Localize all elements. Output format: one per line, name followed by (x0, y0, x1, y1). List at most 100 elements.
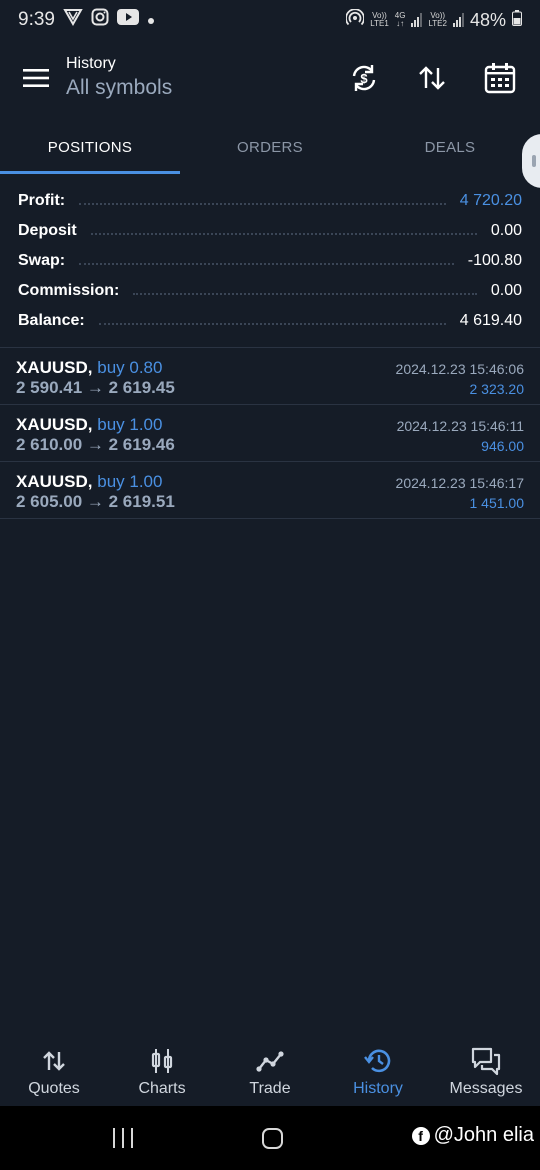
side-panel-handle[interactable] (522, 134, 540, 188)
svg-text:$: $ (360, 71, 368, 86)
sim2-indicator: Vo)) LTE2 (428, 12, 447, 28)
signal-icon (411, 13, 423, 27)
notification-dot-icon (147, 9, 155, 31)
watermark: f @John elia (411, 1124, 534, 1147)
currency-button[interactable]: $ (338, 52, 390, 104)
summary-label: Profit: (18, 192, 66, 209)
trade-direction: buy 1.00 (97, 415, 163, 434)
nav-history[interactable]: History (324, 1036, 432, 1106)
nav-trade[interactable]: Trade (216, 1036, 324, 1106)
price-range: 2 610.00 → 2 619.46 (16, 435, 175, 454)
status-time: 9:39 (18, 9, 55, 30)
bottom-navigation: Quotes Charts Trade History Messages (0, 1036, 540, 1106)
status-bar: 9:39 Vo)) LTE1 4G ↓↑ Vo)) LTE2 48% (0, 0, 540, 40)
summary-value: 4 720.20 (459, 192, 522, 209)
position-time: 2024.12.23 15:46:17 (395, 475, 524, 491)
positions-list: XAUUSD, buy 0.80 2 590.41 → 2 619.45 202… (0, 347, 540, 519)
facebook-icon: f (411, 1126, 430, 1145)
price-range: 2 605.00 → 2 619.51 (16, 492, 175, 511)
quotes-icon (38, 1046, 70, 1076)
summary-row-balance: Balance: 4 619.40 (18, 306, 522, 336)
battery-icon (512, 9, 522, 31)
summary-label: Commission: (18, 282, 120, 299)
battery-text: 48% (469, 9, 506, 30)
summary-value: 0.00 (490, 222, 522, 239)
summary-row-swap: Swap: -100.80 (18, 246, 522, 276)
tab-deals[interactable]: DEALS (360, 118, 540, 176)
price-range: 2 590.41 → 2 619.45 (16, 378, 175, 397)
position-profit: 1 451.00 (469, 495, 525, 511)
system-navigation-bar: f @John elia (0, 1106, 540, 1170)
history-icon (362, 1046, 394, 1076)
symbol-name: XAUUSD, (16, 472, 93, 491)
app-bar: History All symbols $ (0, 40, 540, 116)
tab-positions[interactable]: POSITIONS (0, 118, 180, 176)
summary-value: 0.00 (490, 282, 522, 299)
menu-icon (23, 69, 49, 87)
data-arrows-icon: ↓↑ (396, 19, 405, 28)
symbol-name: XAUUSD, (16, 358, 93, 377)
trade-direction: buy 0.80 (97, 358, 163, 377)
network-type: 4G ↓↑ (395, 12, 406, 28)
nav-messages[interactable]: Messages (432, 1036, 540, 1106)
youtube-icon (116, 9, 139, 31)
recents-button[interactable] (113, 1128, 133, 1148)
summary-label: Swap: (18, 252, 66, 269)
vpn-icon (63, 8, 83, 32)
hotspot-icon (345, 7, 366, 32)
position-row[interactable]: XAUUSD, buy 1.00 2 610.00 → 2 619.46 202… (0, 405, 540, 462)
summary-panel: Profit: 4 720.20 Deposit 0.00 Swap: -100… (18, 186, 522, 336)
position-time: 2024.12.23 15:46:06 (395, 361, 524, 377)
header-titles: History All symbols (66, 54, 172, 102)
summary-label: Deposit (18, 222, 77, 239)
dotted-leader (79, 203, 446, 205)
dotted-leader (98, 323, 446, 325)
nav-quotes[interactable]: Quotes (0, 1036, 108, 1106)
nav-label: History (353, 1080, 403, 1097)
menu-button[interactable] (10, 52, 62, 104)
nav-label: Charts (138, 1080, 186, 1097)
nav-label: Trade (249, 1080, 291, 1097)
dotted-leader (79, 263, 454, 265)
position-row[interactable]: XAUUSD, buy 0.80 2 590.41 → 2 619.45 202… (0, 348, 540, 405)
sort-icon (419, 66, 445, 90)
position-symbol: XAUUSD, buy 0.80 (16, 358, 162, 378)
dotted-leader (90, 233, 477, 235)
home-button[interactable] (262, 1128, 283, 1149)
instagram-icon (91, 8, 109, 32)
nav-label: Messages (449, 1080, 523, 1097)
position-profit: 2 323.20 (469, 381, 525, 397)
signal-2-icon (452, 13, 464, 27)
sim2-bottom-text: LTE2 (428, 19, 447, 28)
summary-value: 4 619.40 (459, 312, 522, 329)
watermark-text: @John elia (433, 1124, 534, 1146)
dotted-leader (133, 293, 477, 295)
summary-value: -100.80 (467, 252, 522, 269)
tab-orders[interactable]: ORDERS (180, 118, 360, 176)
trade-icon (254, 1046, 286, 1076)
position-symbol: XAUUSD, buy 1.00 (16, 415, 162, 435)
position-time: 2024.12.23 15:46:11 (396, 418, 524, 434)
trade-direction: buy 1.00 (97, 472, 163, 491)
position-profit: 946.00 (481, 438, 524, 454)
messages-icon (470, 1046, 502, 1076)
summary-row-deposit: Deposit 0.00 (18, 216, 522, 246)
calendar-button[interactable] (474, 52, 526, 104)
summary-row-profit: Profit: 4 720.20 (18, 186, 522, 216)
symbol-filter[interactable]: All symbols (66, 74, 172, 102)
nav-charts[interactable]: Charts (108, 1036, 216, 1106)
symbol-name: XAUUSD, (16, 415, 93, 434)
calendar-icon (484, 63, 516, 94)
nav-label: Quotes (28, 1080, 80, 1097)
charts-icon (146, 1046, 178, 1076)
tab-bar: POSITIONS ORDERS DEALS (0, 118, 540, 176)
position-symbol: XAUUSD, buy 1.00 (16, 472, 162, 492)
page-title: History (66, 55, 116, 72)
summary-label: Balance: (18, 312, 85, 329)
summary-row-commission: Commission: 0.00 (18, 276, 522, 306)
sim1-bottom-text: LTE1 (370, 19, 389, 28)
sort-button[interactable] (406, 52, 458, 104)
position-row[interactable]: XAUUSD, buy 1.00 2 605.00 → 2 619.51 202… (0, 462, 540, 519)
currency-exchange-icon: $ (352, 65, 376, 91)
sim1-indicator: Vo)) LTE1 (370, 12, 389, 28)
